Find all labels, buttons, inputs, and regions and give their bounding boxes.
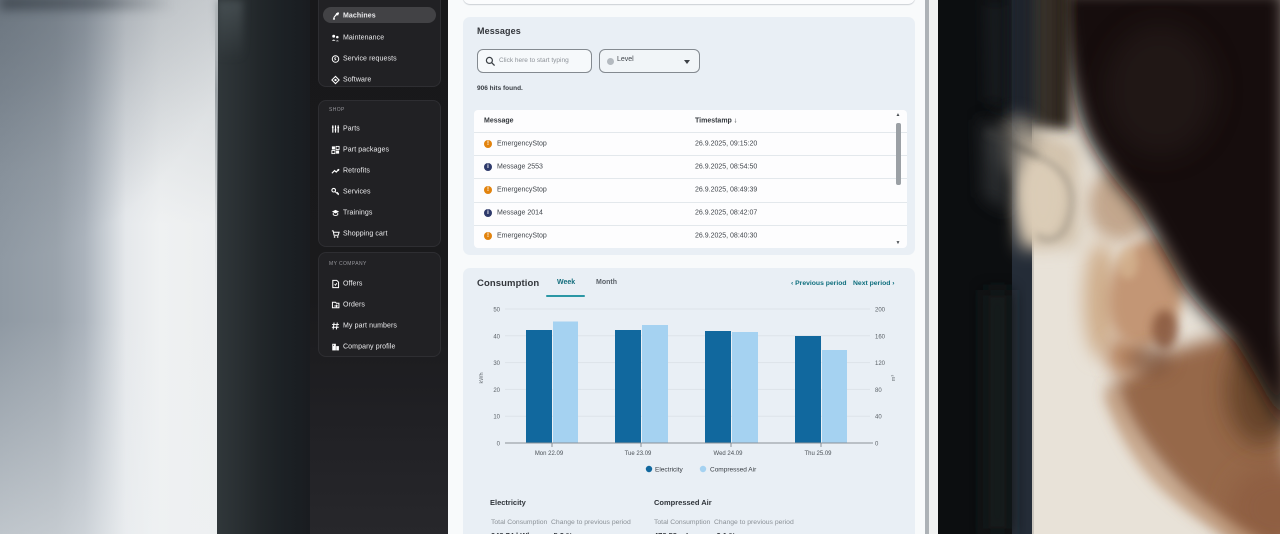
svg-text:40: 40 [493,334,500,340]
svg-text:Mon 22.09: Mon 22.09 [535,451,564,457]
svg-text:Wed 24.09: Wed 24.09 [714,451,744,457]
svg-text:200: 200 [875,308,886,314]
svg-text:30: 30 [493,361,500,367]
svg-text:Tue 23.09: Tue 23.09 [625,451,652,457]
svg-text:80: 80 [875,388,882,394]
svg-text:0: 0 [875,442,879,448]
svg-text:50: 50 [493,308,500,314]
svg-text:40: 40 [875,415,882,421]
svg-text:Compressed Air: Compressed Air [710,467,757,474]
svg-text:Thu 25.09: Thu 25.09 [804,451,832,457]
svg-text:20: 20 [493,388,500,394]
svg-text:kWh: kWh [479,373,485,384]
svg-text:Electricity: Electricity [655,467,684,474]
svg-text:160: 160 [875,334,886,340]
svg-text:10: 10 [493,415,500,421]
svg-text:0: 0 [497,442,501,448]
svg-text:120: 120 [875,361,886,367]
svg-text:m³: m³ [891,375,897,382]
